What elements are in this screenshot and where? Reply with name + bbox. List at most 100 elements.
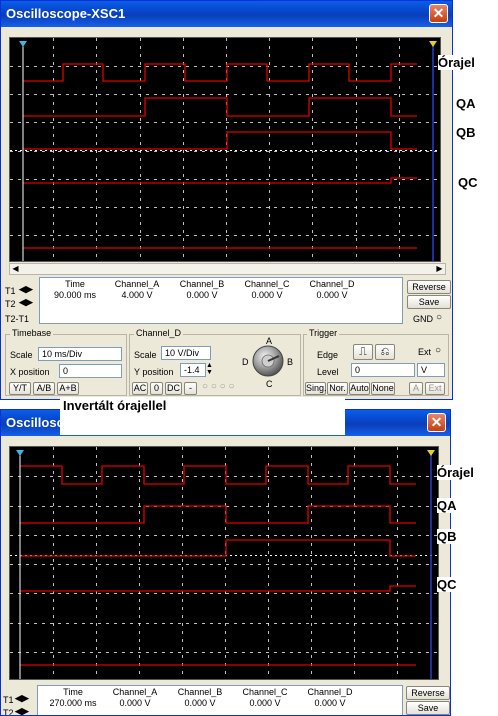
scope-display [9, 37, 441, 262]
scroll-left-arrow-icon[interactable]: ◀ [10, 264, 21, 274]
close-button[interactable]: ✕ [429, 4, 448, 23]
close-button[interactable]: ✕ [427, 413, 446, 432]
t1-time: 90.000 ms [53, 290, 97, 300]
coupling-dc-button[interactable]: DC [165, 382, 182, 395]
mode-ab-button[interactable]: A/B [33, 382, 55, 395]
trace-qb [23, 131, 417, 150]
t1-cursor-arrows-icon[interactable]: ◀▶ [15, 693, 29, 704]
reverse-button[interactable]: Reverse [407, 280, 451, 294]
t2-cursor-arrows-icon[interactable]: ◀▶ [15, 706, 29, 715]
channel-scale-label: Scale [134, 350, 157, 360]
channel-scale-field[interactable]: 10 V/Div [161, 346, 211, 360]
save-button[interactable]: Save [407, 295, 451, 309]
caption-inverted-clock: Invertált órajellel [60, 397, 345, 435]
trace-qa [23, 97, 417, 117]
t1-label: T1 [3, 695, 14, 705]
label-qb-1: QB [456, 125, 476, 140]
t2-label: T2 [3, 708, 14, 716]
label-qc-2: QC [437, 577, 457, 592]
header-time: Time [65, 279, 85, 289]
t1-channel-b: 0.000 V [184, 698, 216, 708]
level-field[interactable]: 0 [351, 363, 415, 377]
t1-channel-c: 0.000 V [251, 290, 283, 300]
channel-selector-knob-icon[interactable] [251, 344, 285, 378]
header-channel-a: Channel_A [112, 687, 158, 697]
t1-channel-a: 4.000 V [121, 290, 153, 300]
t1-channel-d: 0.000 V [316, 290, 348, 300]
trigger-auto-button[interactable]: Auto [349, 382, 370, 395]
scope-display [9, 446, 439, 680]
trace-qc [20, 585, 416, 592]
cursor-t2-marker-icon [429, 41, 437, 47]
x-position-label: X position [10, 367, 50, 377]
ext-label: Ext [418, 347, 432, 357]
mode-a-plus-b-button[interactable]: A+B [57, 382, 79, 395]
trigger-single-button[interactable]: Sing. [305, 382, 327, 395]
knob-label-c: C [266, 379, 273, 389]
t1-label: T1 [5, 286, 16, 296]
t1-channel-a: 0.000 V [119, 698, 151, 708]
header-channel-d: Channel_D [307, 687, 353, 697]
scroll-right-arrow-icon[interactable]: ▶ [434, 264, 445, 274]
trigger-source-ext-button[interactable]: Ext [425, 382, 445, 395]
oscilloscope-window-2: Oscillosco ✕ T1 ◀▶ T2 ◀▶ Time 270.000 ms… [0, 409, 451, 716]
header-channel-c: Channel_C [244, 279, 290, 289]
y-position-label: Y position [134, 367, 174, 377]
save-button[interactable]: Save [406, 701, 450, 715]
mode-yt-button[interactable]: Y/T [9, 382, 31, 395]
channel-radio-icons[interactable]: ○ ○ ○ ○ [202, 381, 235, 392]
t2-cursor-arrows-icon[interactable]: ◀▶ [19, 297, 33, 308]
trigger-normal-button[interactable]: Nor. [327, 382, 348, 395]
header-channel-c: Channel_C [242, 687, 288, 697]
trigger-label: Trigger [307, 328, 340, 338]
trace-qb [20, 539, 416, 557]
y-position-spinner-icon[interactable]: ▲ ▼ [206, 362, 213, 376]
header-channel-b: Channel_B [179, 279, 225, 289]
measurement-readout: Time 90.000 ms Channel_A 4.000 V Channel… [39, 277, 403, 324]
scope-traces [10, 447, 438, 679]
y-position-field[interactable]: -1.4 [180, 363, 206, 377]
trace-qa [20, 505, 416, 524]
t2t1-label: T2-T1 [5, 314, 30, 324]
ext-radio-icon[interactable]: ○ [435, 345, 441, 356]
label-clock-2: Órajel [437, 465, 474, 480]
level-unit-field[interactable]: V [417, 363, 445, 377]
header-time: Time [63, 687, 83, 697]
t1-channel-b: 0.000 V [186, 290, 218, 300]
gnd-label: GND [413, 314, 433, 324]
reverse-button[interactable]: Reverse [406, 686, 450, 700]
t1-channel-c: 0.000 V [249, 698, 281, 708]
measurement-readout: Time 270.000 ms Channel_A 0.000 V Channe… [37, 685, 403, 715]
header-channel-a: Channel_A [114, 279, 160, 289]
horizontal-scrollbar[interactable]: ◀ ▶ [9, 263, 446, 275]
level-label: Level [317, 367, 339, 377]
coupling-minus-button[interactable]: - [184, 382, 197, 395]
x-position-field[interactable]: 0 [59, 364, 122, 378]
t1-time: 270.000 ms [49, 698, 97, 708]
gnd-radio-icon[interactable]: ○ [436, 312, 442, 323]
rising-edge-button[interactable]: ⎍ [353, 344, 373, 360]
t1-cursor-arrows-icon[interactable]: ◀▶ [19, 284, 33, 295]
cursor-t1-marker-icon [19, 41, 27, 47]
scope-traces [10, 38, 440, 261]
label-qa-2: QA [437, 498, 457, 513]
label-clock-1: Órajel [438, 55, 475, 70]
trigger-none-button[interactable]: None [371, 382, 395, 395]
timebase-label: Timebase [10, 328, 54, 338]
cursor-t1-marker-icon [16, 450, 24, 456]
knob-label-d: D [242, 357, 249, 367]
cursor-t2-marker-icon [427, 450, 435, 456]
timebase-scale-field[interactable]: 10 ms/Div [38, 347, 122, 361]
falling-edge-button[interactable]: ⎌ [375, 344, 395, 360]
edge-label: Edge [317, 350, 339, 360]
label-qb-2: QB [437, 529, 457, 544]
channel-group-label: Channel_D [134, 328, 184, 338]
coupling-ac-button[interactable]: AC [132, 382, 148, 395]
coupling-zero-button[interactable]: 0 [150, 382, 163, 395]
label-qc-1: QC [458, 175, 478, 190]
t1-channel-d: 0.000 V [314, 698, 346, 708]
window-title-bar[interactable]: Oscilloscope-XSC1 [1, 1, 452, 27]
trigger-source-a-button[interactable]: A [409, 382, 423, 395]
knob-label-b: B [287, 357, 294, 367]
window-title: Oscilloscope-XSC1 [6, 6, 126, 21]
